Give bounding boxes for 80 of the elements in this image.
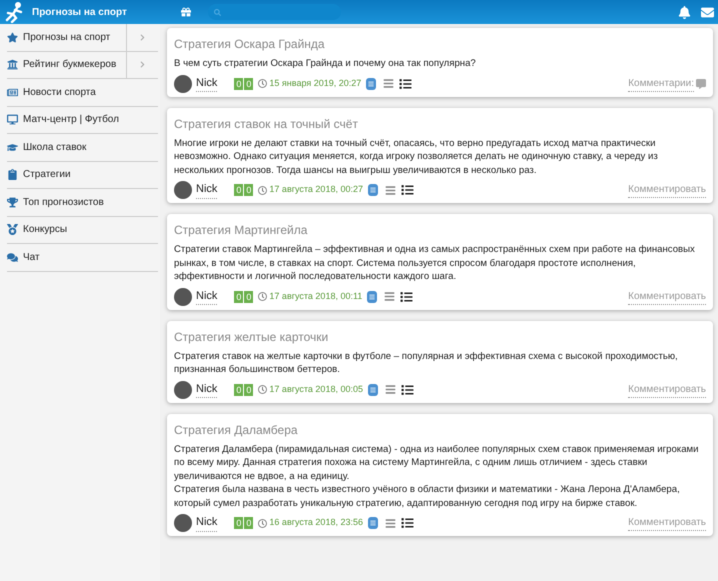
rating-score: 0 bbox=[244, 78, 254, 90]
rating-score: 0 bbox=[244, 384, 254, 396]
sidebar-item[interactable]: Стратегии bbox=[7, 162, 158, 188]
search-icon bbox=[214, 8, 221, 16]
trophy-icon bbox=[7, 196, 18, 208]
medal-icon bbox=[7, 224, 18, 236]
author-link[interactable]: Nick bbox=[196, 288, 218, 306]
table-view-icon[interactable] bbox=[400, 184, 414, 196]
chat-icon bbox=[7, 252, 18, 263]
author-link[interactable]: Nick bbox=[196, 181, 218, 199]
table-view-icon[interactable] bbox=[399, 78, 412, 90]
bell-icon[interactable] bbox=[678, 6, 691, 18]
post-excerpt: В чем суть стратегии Оскара Грайнда и почему она так популярна? bbox=[174, 57, 477, 70]
rating-score: 0 bbox=[234, 184, 244, 196]
list-icon[interactable] bbox=[384, 384, 396, 395]
clock-icon bbox=[258, 186, 268, 194]
avatar-placeholder bbox=[174, 380, 192, 398]
list-icon[interactable] bbox=[383, 78, 394, 89]
post-title[interactable]: Стратегия желтые карточки bbox=[174, 328, 706, 344]
avatar-placeholder bbox=[174, 74, 192, 92]
clock-icon bbox=[258, 385, 268, 394]
graduation-cap-icon bbox=[7, 142, 18, 153]
author-link[interactable]: Nick bbox=[196, 380, 218, 398]
avatar-placeholder bbox=[174, 514, 192, 532]
document-icon[interactable] bbox=[366, 78, 376, 90]
post-title[interactable]: Стратегия Даламбера bbox=[174, 422, 706, 438]
sidebar-item[interactable]: Конкурсы bbox=[7, 216, 158, 243]
table-view-icon[interactable] bbox=[400, 384, 414, 396]
rating-score: 0 bbox=[244, 290, 254, 302]
list-icon[interactable] bbox=[384, 184, 396, 196]
monitor-icon bbox=[7, 114, 18, 126]
post-excerpt: Многие игроки не делают ставки на точный счёт, опасаясь, что верно предугадать исход матча практически невозможно. Однако ситуация меняется, когда игроку позволяется делать не одиночную ставку, а череду из нескольких прогнозов. Тогда шансы на выигрыш увеличиваются в несколько раз. bbox=[174, 136, 659, 177]
post-date: 17 августа 2018, 00:11 bbox=[269, 290, 362, 303]
sidebar-item[interactable]: Новости спорта bbox=[7, 79, 158, 106]
bank-icon bbox=[7, 59, 18, 70]
avatar-placeholder bbox=[174, 181, 192, 199]
table-view-icon[interactable] bbox=[400, 517, 414, 529]
sidebar-item[interactable]: Чат bbox=[7, 244, 158, 270]
document-icon[interactable] bbox=[367, 290, 378, 302]
sidebar-item[interactable]: Рейтинг букмекеров bbox=[7, 52, 126, 78]
mail-icon[interactable] bbox=[701, 6, 714, 18]
list-icon[interactable] bbox=[384, 291, 396, 302]
site-title[interactable]: Прогнозы на спорт bbox=[32, 4, 127, 20]
author-link[interactable]: Nick bbox=[196, 74, 218, 92]
news-icon bbox=[7, 86, 18, 98]
rating-score: 0 bbox=[244, 517, 254, 529]
rating-score: 0 bbox=[234, 78, 244, 90]
list-icon[interactable] bbox=[384, 518, 396, 528]
sidebar-item[interactable]: Школа ставок bbox=[7, 134, 158, 160]
clipboard-icon bbox=[7, 169, 18, 180]
clock-icon bbox=[258, 292, 268, 301]
post-date: 17 августа 2018, 00:27 bbox=[269, 183, 363, 196]
clock-icon bbox=[258, 518, 268, 528]
post-excerpt: Стратегия Даламбера (пирамидальная система) - одна из наиболее популярных схем ставок применяемая игроками по всему миру. Данная стратегия похожа на систему Мартингейла, с одним лишь отличием - здесь ставки увеличиваются не вдвое, а на единицу. bbox=[174, 442, 700, 483]
author-link[interactable]: Nick bbox=[196, 514, 218, 532]
post-date: 16 августа 2018, 23:56 bbox=[269, 516, 363, 530]
post-date: 17 августа 2018, 00:05 bbox=[269, 382, 363, 396]
gift-icon[interactable] bbox=[180, 7, 191, 17]
post-excerpt: Стратегия была названа в честь известного учёного в области физики и математики - Жана Лерона Д'Аламбера, который сумел разработать уникальную стратегию, адаптированную сегодня под игру на бирже ставок. bbox=[174, 483, 681, 510]
clock-icon bbox=[258, 79, 268, 88]
post-title[interactable]: Стратегия Оскара Грайнда bbox=[174, 36, 706, 52]
sidebar-item[interactable]: Матч-центр | Футбол bbox=[7, 106, 158, 133]
rating-score: 0 bbox=[234, 517, 244, 529]
document-icon[interactable] bbox=[368, 517, 378, 529]
rating-score: 0 bbox=[234, 290, 244, 302]
sidebar-item[interactable]: Топ прогнозистов bbox=[7, 189, 158, 216]
avatar-placeholder bbox=[174, 288, 192, 306]
sidebar-item[interactable]: Прогнозы на спорт bbox=[7, 24, 126, 50]
post-date: 15 января 2019, 20:27 bbox=[269, 76, 362, 90]
rating-score: 0 bbox=[244, 184, 254, 196]
table-view-icon[interactable] bbox=[400, 290, 414, 302]
post-title[interactable]: Стратегия Мартингейла bbox=[174, 222, 706, 238]
search-field[interactable] bbox=[208, 4, 341, 20]
rating-score: 0 bbox=[234, 384, 244, 396]
star-icon bbox=[7, 32, 18, 43]
document-icon[interactable] bbox=[368, 384, 378, 396]
post-excerpt: Стратегия ставок на желтые карточки в футболе – популярная и эффективная схема с высокой проходимостью, признанная большинством беттеров. bbox=[174, 350, 679, 376]
post-excerpt: Стратегии ставок Мартингейла – эффективная и одна из самых распространённых схем при работе на финансовых рынках, в том числе, в ставках на спорт. Система пользуется спросом благодаря простоте исполнения, эффективности и логичной последовательности каждого шага. bbox=[174, 243, 696, 284]
document-icon[interactable] bbox=[368, 184, 378, 196]
post-title[interactable]: Стратегия ставок на точный счёт bbox=[174, 116, 706, 132]
